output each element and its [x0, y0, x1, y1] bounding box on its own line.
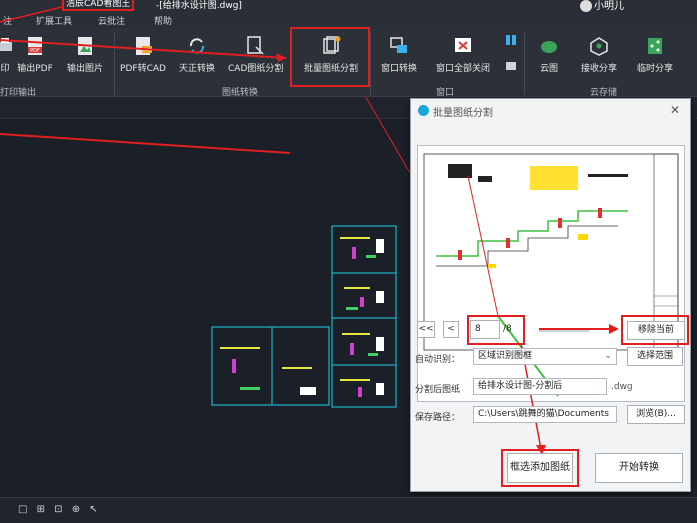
start-convert-button[interactable]: 开始转换: [595, 453, 683, 483]
split-drawing-name-input[interactable]: 给排水设计图-分割后: [473, 378, 607, 395]
receive-share-button[interactable]: 接收分享: [572, 33, 626, 83]
title-bar: 浩辰CAD看图王 -[给排水设计图.dwg] 小明儿: [0, 0, 697, 12]
close-all-windows-button[interactable]: 窗口全部关闭: [430, 33, 496, 83]
add-by-frame-highlight: [501, 449, 579, 487]
user-account[interactable]: 小明儿: [580, 0, 624, 12]
receive-share-icon: [590, 37, 608, 56]
app-logo-icon: [418, 105, 429, 116]
cloud-drawing-button[interactable]: 云图: [526, 33, 572, 83]
split-drawing-label: 分割后图纸: [415, 385, 461, 395]
split-drawing-icon: [247, 36, 264, 55]
menu-item-annotate[interactable]: 注: [3, 14, 12, 27]
dialog-title-bar: 批量图纸分割 ✕: [411, 99, 690, 123]
save-path-input[interactable]: C:\Users\跳舞的猫\Documents: [473, 406, 617, 423]
page-slider[interactable]: [539, 329, 589, 332]
tianzheng-convert-button[interactable]: 天正转换: [170, 33, 224, 83]
pdf-to-cad-icon: CAD: [136, 37, 152, 55]
prev-page-button[interactable]: <: [443, 321, 459, 338]
temp-share-button[interactable]: 临时分享: [628, 33, 682, 83]
group-separator: [524, 33, 525, 95]
app-window: 浩辰CAD看图王 -[给排水设计图.dwg] 小明儿 注 扩展工具 云批注 帮助…: [0, 0, 697, 523]
app-title: 浩辰CAD看图王: [62, 0, 135, 11]
menu-item-extensions[interactable]: 扩展工具: [36, 14, 72, 27]
save-path-label: 保存路径：: [415, 413, 461, 423]
share-icon: [648, 38, 662, 54]
cloud-icon: [541, 41, 557, 53]
auto-recognize-select[interactable]: 区域识别图框 ⌄: [473, 348, 617, 365]
close-window-icon: [455, 38, 471, 52]
chevron-down-icon: ⌄: [604, 351, 612, 361]
select-range-button[interactable]: 选择范围: [627, 347, 683, 366]
batch-split-dialog: 批量图纸分割 ✕ << < 8 /8 移除当前 自动识别： 区域识别图框 ⌄ 选…: [410, 98, 691, 492]
window-tile-icon[interactable]: [506, 35, 516, 71]
menu-item-help[interactable]: 帮助: [154, 14, 172, 27]
pdf-to-cad-button[interactable]: CAD PDF转CAD: [116, 33, 170, 83]
user-name: 小明儿: [594, 1, 624, 12]
dwg-suffix: .dwg: [611, 382, 633, 392]
image-file-icon: [78, 37, 92, 55]
convert-arrows-icon: [189, 38, 205, 54]
svg-text:PDF: PDF: [30, 48, 40, 54]
avatar-icon: [580, 0, 592, 12]
auto-recognize-label: 自动识别：: [415, 355, 461, 365]
status-bar: □ ⊞ ⊡ ⊕ ↖: [0, 497, 697, 523]
batch-split-highlight: [290, 27, 370, 87]
status-tool-icons[interactable]: □ ⊞ ⊡ ⊕ ↖: [18, 504, 101, 515]
pdf-file-icon: PDF: [28, 37, 42, 55]
browse-button[interactable]: 浏览(B)...: [627, 405, 685, 424]
remove-current-highlight: [621, 315, 689, 345]
group-separator: [370, 33, 371, 95]
export-pdf-button[interactable]: PDF 输出PDF: [8, 33, 62, 83]
group-separator: [114, 33, 115, 95]
first-page-button[interactable]: <<: [417, 321, 435, 338]
window-convert-icon: [390, 37, 407, 53]
cad-split-button[interactable]: CAD图纸分割: [228, 33, 283, 83]
file-title: -[给排水设计图.dwg]: [156, 1, 242, 11]
dialog-title: 批量图纸分割: [433, 108, 493, 119]
menu-item-cloud-annotate[interactable]: 云批注: [98, 14, 125, 27]
window-convert-button[interactable]: 窗口转换: [372, 33, 426, 83]
close-icon[interactable]: ✕: [670, 103, 680, 117]
export-image-button[interactable]: 输出图片: [58, 33, 112, 83]
svg-text:CAD: CAD: [142, 48, 152, 54]
page-highlight: [467, 315, 525, 345]
